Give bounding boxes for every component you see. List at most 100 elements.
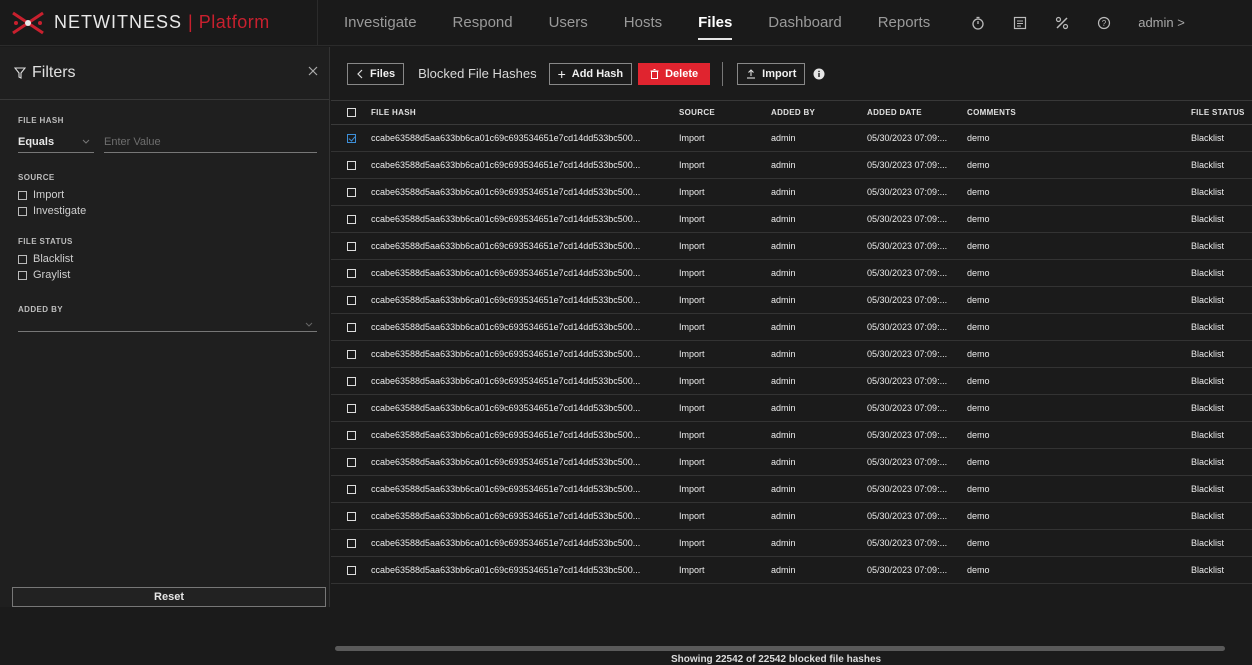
- netwitness-logo-icon: [12, 11, 44, 34]
- file-hash-cell: ccabe63588d5aa633bb6ca01c69c693534651e7c…: [371, 349, 641, 359]
- table-row[interactable]: ccabe63588d5aa633bb6ca01c69c693534651e7c…: [331, 368, 1252, 395]
- file-hash-cell: ccabe63588d5aa633bb6ca01c69c693534651e7c…: [371, 295, 641, 305]
- nav-hosts[interactable]: Hosts: [624, 0, 662, 46]
- row-checkbox[interactable]: [346, 403, 356, 413]
- status-option-blacklist[interactable]: Blacklist: [18, 251, 311, 267]
- table-row[interactable]: ccabe63588d5aa633bb6ca01c69c693534651e7c…: [331, 233, 1252, 260]
- source-cell: Import: [679, 376, 705, 386]
- table-row[interactable]: ccabe63588d5aa633bb6ca01c69c693534651e7c…: [331, 314, 1252, 341]
- row-checkbox[interactable]: [346, 187, 356, 197]
- checkbox[interactable]: [18, 270, 27, 280]
- source-cell: Import: [679, 403, 705, 413]
- row-checkbox[interactable]: [346, 538, 356, 548]
- hash-value-input[interactable]: [104, 131, 317, 153]
- row-checkbox[interactable]: [346, 349, 356, 359]
- row-checkbox[interactable]: [346, 160, 356, 170]
- checklist-icon[interactable]: [1012, 15, 1028, 31]
- source-option-investigate[interactable]: Investigate: [18, 203, 311, 219]
- import-button[interactable]: Import: [737, 62, 806, 85]
- nav-users[interactable]: Users: [549, 0, 588, 46]
- nav-icons: ? admin >: [970, 15, 1185, 31]
- user-menu[interactable]: admin >: [1138, 15, 1185, 30]
- row-checkbox[interactable]: [346, 511, 356, 521]
- table-row[interactable]: ccabe63588d5aa633bb6ca01c69c693534651e7c…: [331, 395, 1252, 422]
- column-comments[interactable]: COMMENTS: [963, 108, 1187, 117]
- added-by-cell: admin: [771, 214, 796, 224]
- nav-files[interactable]: Files: [698, 0, 733, 46]
- back-label: Files: [370, 67, 396, 80]
- file-hash-cell: ccabe63588d5aa633bb6ca01c69c693534651e7c…: [371, 484, 641, 494]
- file-status-cell: Blacklist: [1191, 376, 1225, 386]
- hash-operator-select[interactable]: Equals: [18, 131, 94, 153]
- row-checkbox[interactable]: [346, 133, 356, 143]
- comments-cell: demo: [967, 160, 990, 170]
- added-by-cell: admin: [771, 295, 796, 305]
- checkbox[interactable]: [18, 206, 27, 216]
- table-row[interactable]: ccabe63588d5aa633bb6ca01c69c693534651e7c…: [331, 530, 1252, 557]
- file-status-cell: Blacklist: [1191, 133, 1225, 143]
- row-checkbox[interactable]: [346, 430, 356, 440]
- column-added-by[interactable]: ADDED BY: [763, 108, 859, 117]
- file-status-cell: Blacklist: [1191, 295, 1225, 305]
- delete-button[interactable]: Delete: [638, 62, 711, 85]
- source-cell: Import: [679, 430, 705, 440]
- nav-investigate[interactable]: Investigate: [344, 0, 417, 46]
- source-label: SOURCE: [18, 173, 55, 182]
- row-checkbox[interactable]: [346, 457, 356, 467]
- nav-respond[interactable]: Respond: [453, 0, 513, 46]
- comments-cell: demo: [967, 430, 990, 440]
- brand-name: NETWITNESS: [54, 12, 183, 32]
- row-checkbox[interactable]: [346, 295, 356, 305]
- table-row[interactable]: ccabe63588d5aa633bb6ca01c69c693534651e7c…: [331, 260, 1252, 287]
- checkbox[interactable]: [18, 254, 27, 264]
- table-row[interactable]: ccabe63588d5aa633bb6ca01c69c693534651e7c…: [331, 179, 1252, 206]
- file-hash-label: FILE HASH: [18, 116, 64, 125]
- table-row[interactable]: ccabe63588d5aa633bb6ca01c69c693534651e7c…: [331, 287, 1252, 314]
- added-by-cell: admin: [771, 376, 796, 386]
- reset-button[interactable]: Reset: [12, 587, 326, 607]
- table-row[interactable]: ccabe63588d5aa633bb6ca01c69c693534651e7c…: [331, 125, 1252, 152]
- nav-reports[interactable]: Reports: [878, 0, 931, 46]
- column-source[interactable]: SOURCE: [671, 108, 763, 117]
- nav-dashboard[interactable]: Dashboard: [768, 0, 841, 46]
- row-checkbox[interactable]: [346, 268, 356, 278]
- tools-icon[interactable]: [1054, 15, 1070, 31]
- table-row[interactable]: ccabe63588d5aa633bb6ca01c69c693534651e7c…: [331, 341, 1252, 368]
- table-row[interactable]: ccabe63588d5aa633bb6ca01c69c693534651e7c…: [331, 152, 1252, 179]
- added-by-select[interactable]: [18, 314, 317, 332]
- table-row[interactable]: ccabe63588d5aa633bb6ca01c69c693534651e7c…: [331, 449, 1252, 476]
- checkbox[interactable]: [18, 190, 27, 200]
- row-checkbox[interactable]: [346, 565, 356, 575]
- row-checkbox[interactable]: [346, 214, 356, 224]
- file-hash-cell: ccabe63588d5aa633bb6ca01c69c693534651e7c…: [371, 187, 641, 197]
- help-icon[interactable]: ?: [1096, 15, 1112, 31]
- table-row[interactable]: ccabe63588d5aa633bb6ca01c69c693534651e7c…: [331, 476, 1252, 503]
- horizontal-scrollbar[interactable]: [335, 646, 1225, 651]
- file-hash-cell: ccabe63588d5aa633bb6ca01c69c693534651e7c…: [371, 133, 641, 143]
- comments-cell: demo: [967, 322, 990, 332]
- info-icon[interactable]: [813, 68, 825, 80]
- row-checkbox-cell: [331, 133, 371, 143]
- file-status-label: FILE STATUS: [18, 237, 73, 246]
- column-file-status[interactable]: FILE STATUS: [1187, 108, 1252, 117]
- table-row[interactable]: ccabe63588d5aa633bb6ca01c69c693534651e7c…: [331, 206, 1252, 233]
- source-option-import[interactable]: Import: [18, 187, 311, 203]
- file-status-cell: Blacklist: [1191, 214, 1225, 224]
- row-checkbox[interactable]: [346, 376, 356, 386]
- row-checkbox[interactable]: [346, 484, 356, 494]
- add-hash-button[interactable]: + Add Hash: [548, 62, 633, 85]
- select-all-checkbox[interactable]: [346, 108, 356, 117]
- brand[interactable]: NETWITNESS | Platform: [0, 0, 318, 46]
- timer-icon[interactable]: [970, 15, 986, 31]
- status-option-graylist[interactable]: Graylist: [18, 267, 311, 283]
- column-added-date[interactable]: ADDED DATE: [859, 108, 963, 117]
- added-by-cell: admin: [771, 187, 796, 197]
- table-row[interactable]: ccabe63588d5aa633bb6ca01c69c693534651e7c…: [331, 422, 1252, 449]
- row-checkbox[interactable]: [346, 322, 356, 332]
- close-icon[interactable]: [307, 65, 319, 77]
- table-row[interactable]: ccabe63588d5aa633bb6ca01c69c693534651e7c…: [331, 503, 1252, 530]
- column-file-hash[interactable]: FILE HASH: [371, 108, 671, 117]
- back-to-files-button[interactable]: Files: [347, 62, 405, 85]
- table-row[interactable]: ccabe63588d5aa633bb6ca01c69c693534651e7c…: [331, 557, 1252, 584]
- row-checkbox[interactable]: [346, 241, 356, 251]
